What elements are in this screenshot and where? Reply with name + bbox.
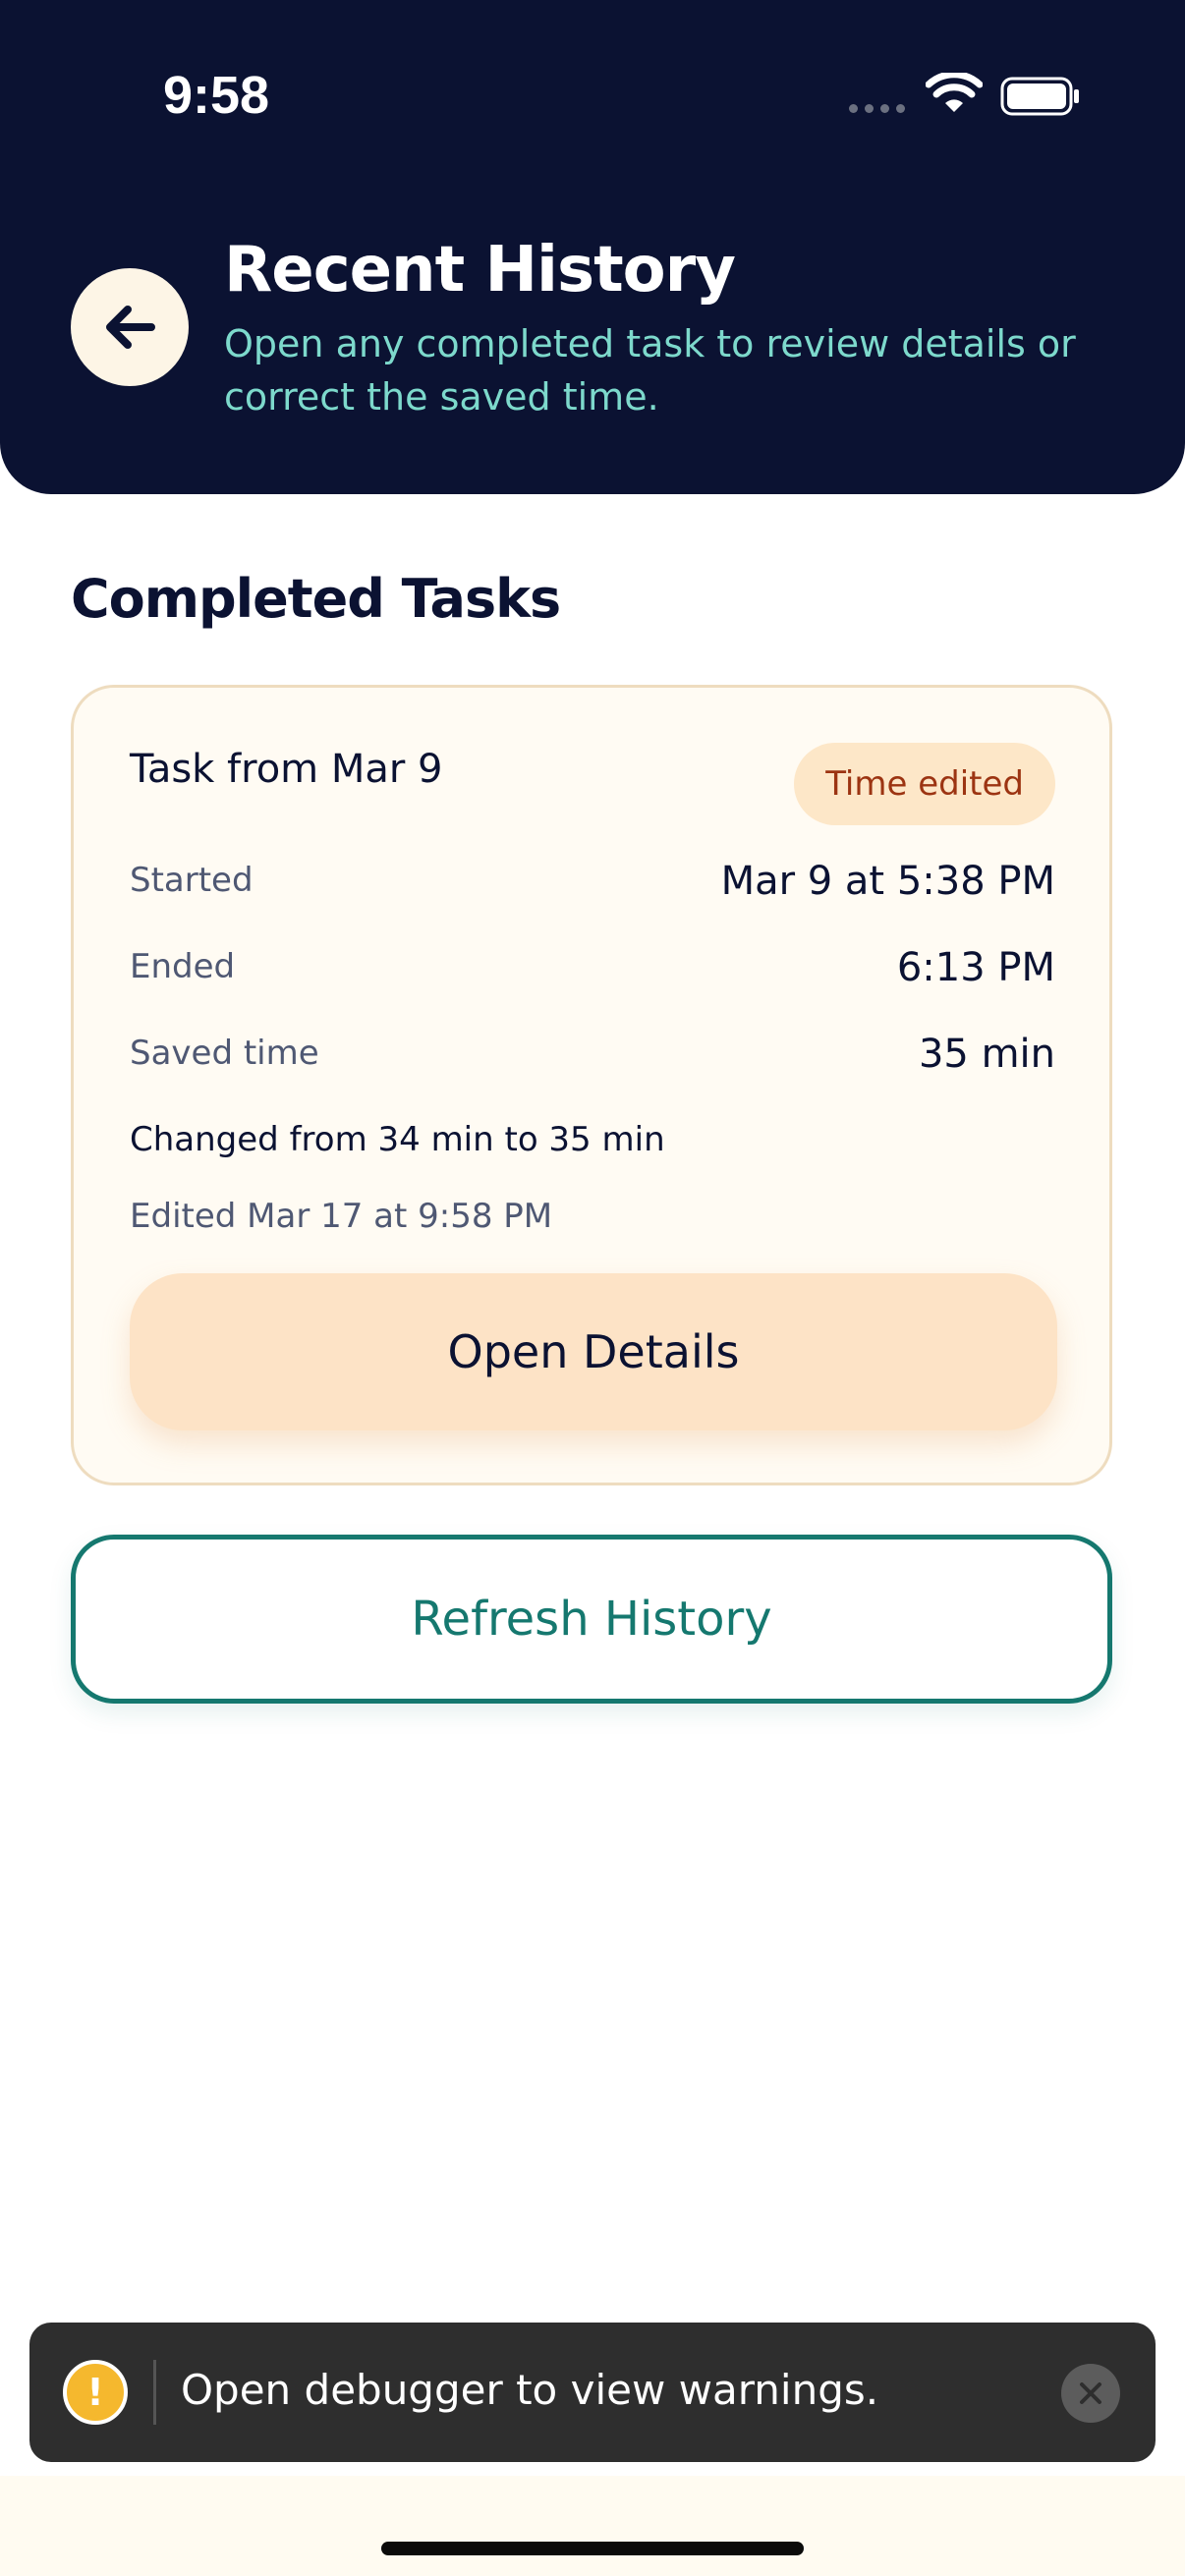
status-time: 9:58 xyxy=(163,66,270,125)
close-icon xyxy=(1080,2382,1101,2404)
wifi-icon xyxy=(926,73,983,112)
app-header: 9:58 Recent History Open any completed t… xyxy=(0,0,1185,494)
edited-timestamp: Edited Mar 17 at 9:58 PM xyxy=(130,1197,553,1236)
time-edited-badge: Time edited xyxy=(794,743,1055,825)
toast-message: Open debugger to view warnings. xyxy=(181,2366,879,2414)
arrow-left-icon xyxy=(106,306,155,349)
page-title: Recent History xyxy=(224,234,736,307)
task-title: Task from Mar 9 xyxy=(130,747,443,792)
open-details-button[interactable]: Open Details xyxy=(130,1273,1057,1430)
started-label: Started xyxy=(130,861,254,900)
saved-time-value: 35 min xyxy=(918,1032,1055,1077)
debugger-toast[interactable]: ! Open debugger to view warnings. xyxy=(29,2323,1156,2462)
battery-icon xyxy=(1000,77,1079,116)
started-value: Mar 9 at 5:38 PM xyxy=(720,859,1055,904)
back-button[interactable] xyxy=(71,268,189,386)
refresh-history-button[interactable]: Refresh History xyxy=(71,1535,1112,1704)
task-card: Task from Mar 9 Time edited Started Mar … xyxy=(71,685,1112,1485)
ended-label: Ended xyxy=(130,947,236,986)
section-title: Completed Tasks xyxy=(71,568,561,630)
page-subtitle: Open any completed task to review detail… xyxy=(224,322,1076,419)
toast-close-button[interactable] xyxy=(1061,2364,1120,2423)
warning-icon: ! xyxy=(63,2360,128,2425)
change-note: Changed from 34 min to 35 min xyxy=(130,1120,665,1159)
home-indicator[interactable] xyxy=(381,2542,804,2555)
saved-time-label: Saved time xyxy=(130,1034,319,1073)
ended-value: 6:13 PM xyxy=(896,945,1055,990)
toast-divider xyxy=(153,2360,156,2425)
bottom-safe-area xyxy=(0,2476,1185,2576)
cellular-signal-icon xyxy=(849,104,905,113)
